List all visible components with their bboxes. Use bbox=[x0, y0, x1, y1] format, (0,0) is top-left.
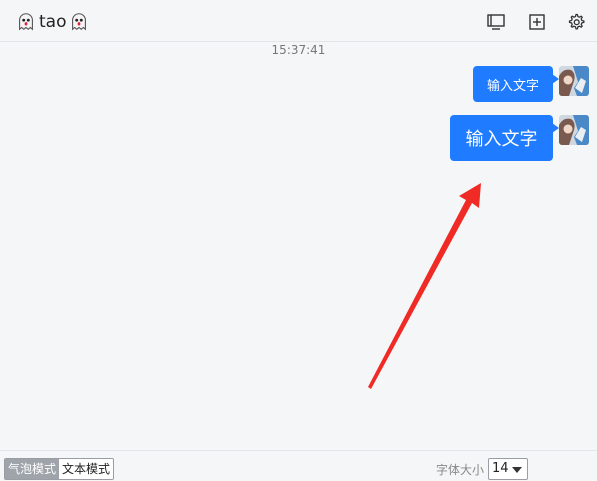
screen-icon bbox=[487, 14, 505, 30]
text-mode-button[interactable]: 文本模式 bbox=[59, 459, 114, 479]
gear-icon bbox=[568, 13, 585, 30]
font-size-value: 14 bbox=[492, 461, 509, 476]
title-text: tao bbox=[39, 12, 67, 32]
chevron-down-icon bbox=[512, 467, 522, 473]
screen-button[interactable] bbox=[485, 11, 507, 33]
display-mode-toggle: 气泡模式 文本模式 bbox=[4, 458, 115, 480]
message-bubble[interactable]: 输入文字 bbox=[473, 66, 559, 102]
font-size-label: 字体大小 bbox=[436, 463, 485, 477]
ghost-icon bbox=[19, 13, 33, 31]
message-text: 输入文字 bbox=[486, 78, 539, 94]
chat-window: tao 15:37:41 输入文字 输入文字 气泡模式 文本模式 字体大小 14 bbox=[0, 0, 597, 481]
settings-button[interactable] bbox=[565, 11, 587, 33]
message-text: 输入文字 bbox=[465, 129, 538, 150]
avatar-image bbox=[559, 115, 589, 145]
add-window-button[interactable] bbox=[526, 11, 548, 33]
message-row: 输入文字 bbox=[473, 66, 589, 102]
message-timestamp: 15:37:41 bbox=[271, 43, 326, 57]
avatar[interactable] bbox=[559, 115, 589, 145]
avatar[interactable] bbox=[559, 66, 589, 96]
bubble-mode-button[interactable]: 气泡模式 bbox=[5, 459, 60, 479]
footer-bar: 气泡模式 文本模式 字体大小 14 bbox=[0, 450, 597, 481]
message-bubble[interactable]: 输入文字 bbox=[450, 115, 559, 161]
header-bar: tao bbox=[0, 0, 597, 42]
message-row: 输入文字 bbox=[450, 115, 589, 161]
ghost-icon bbox=[72, 13, 87, 31]
avatar-image bbox=[559, 66, 589, 96]
window-title: tao bbox=[15, 10, 90, 34]
add-window-icon bbox=[529, 14, 545, 30]
font-size-select[interactable]: 14 bbox=[488, 458, 528, 480]
